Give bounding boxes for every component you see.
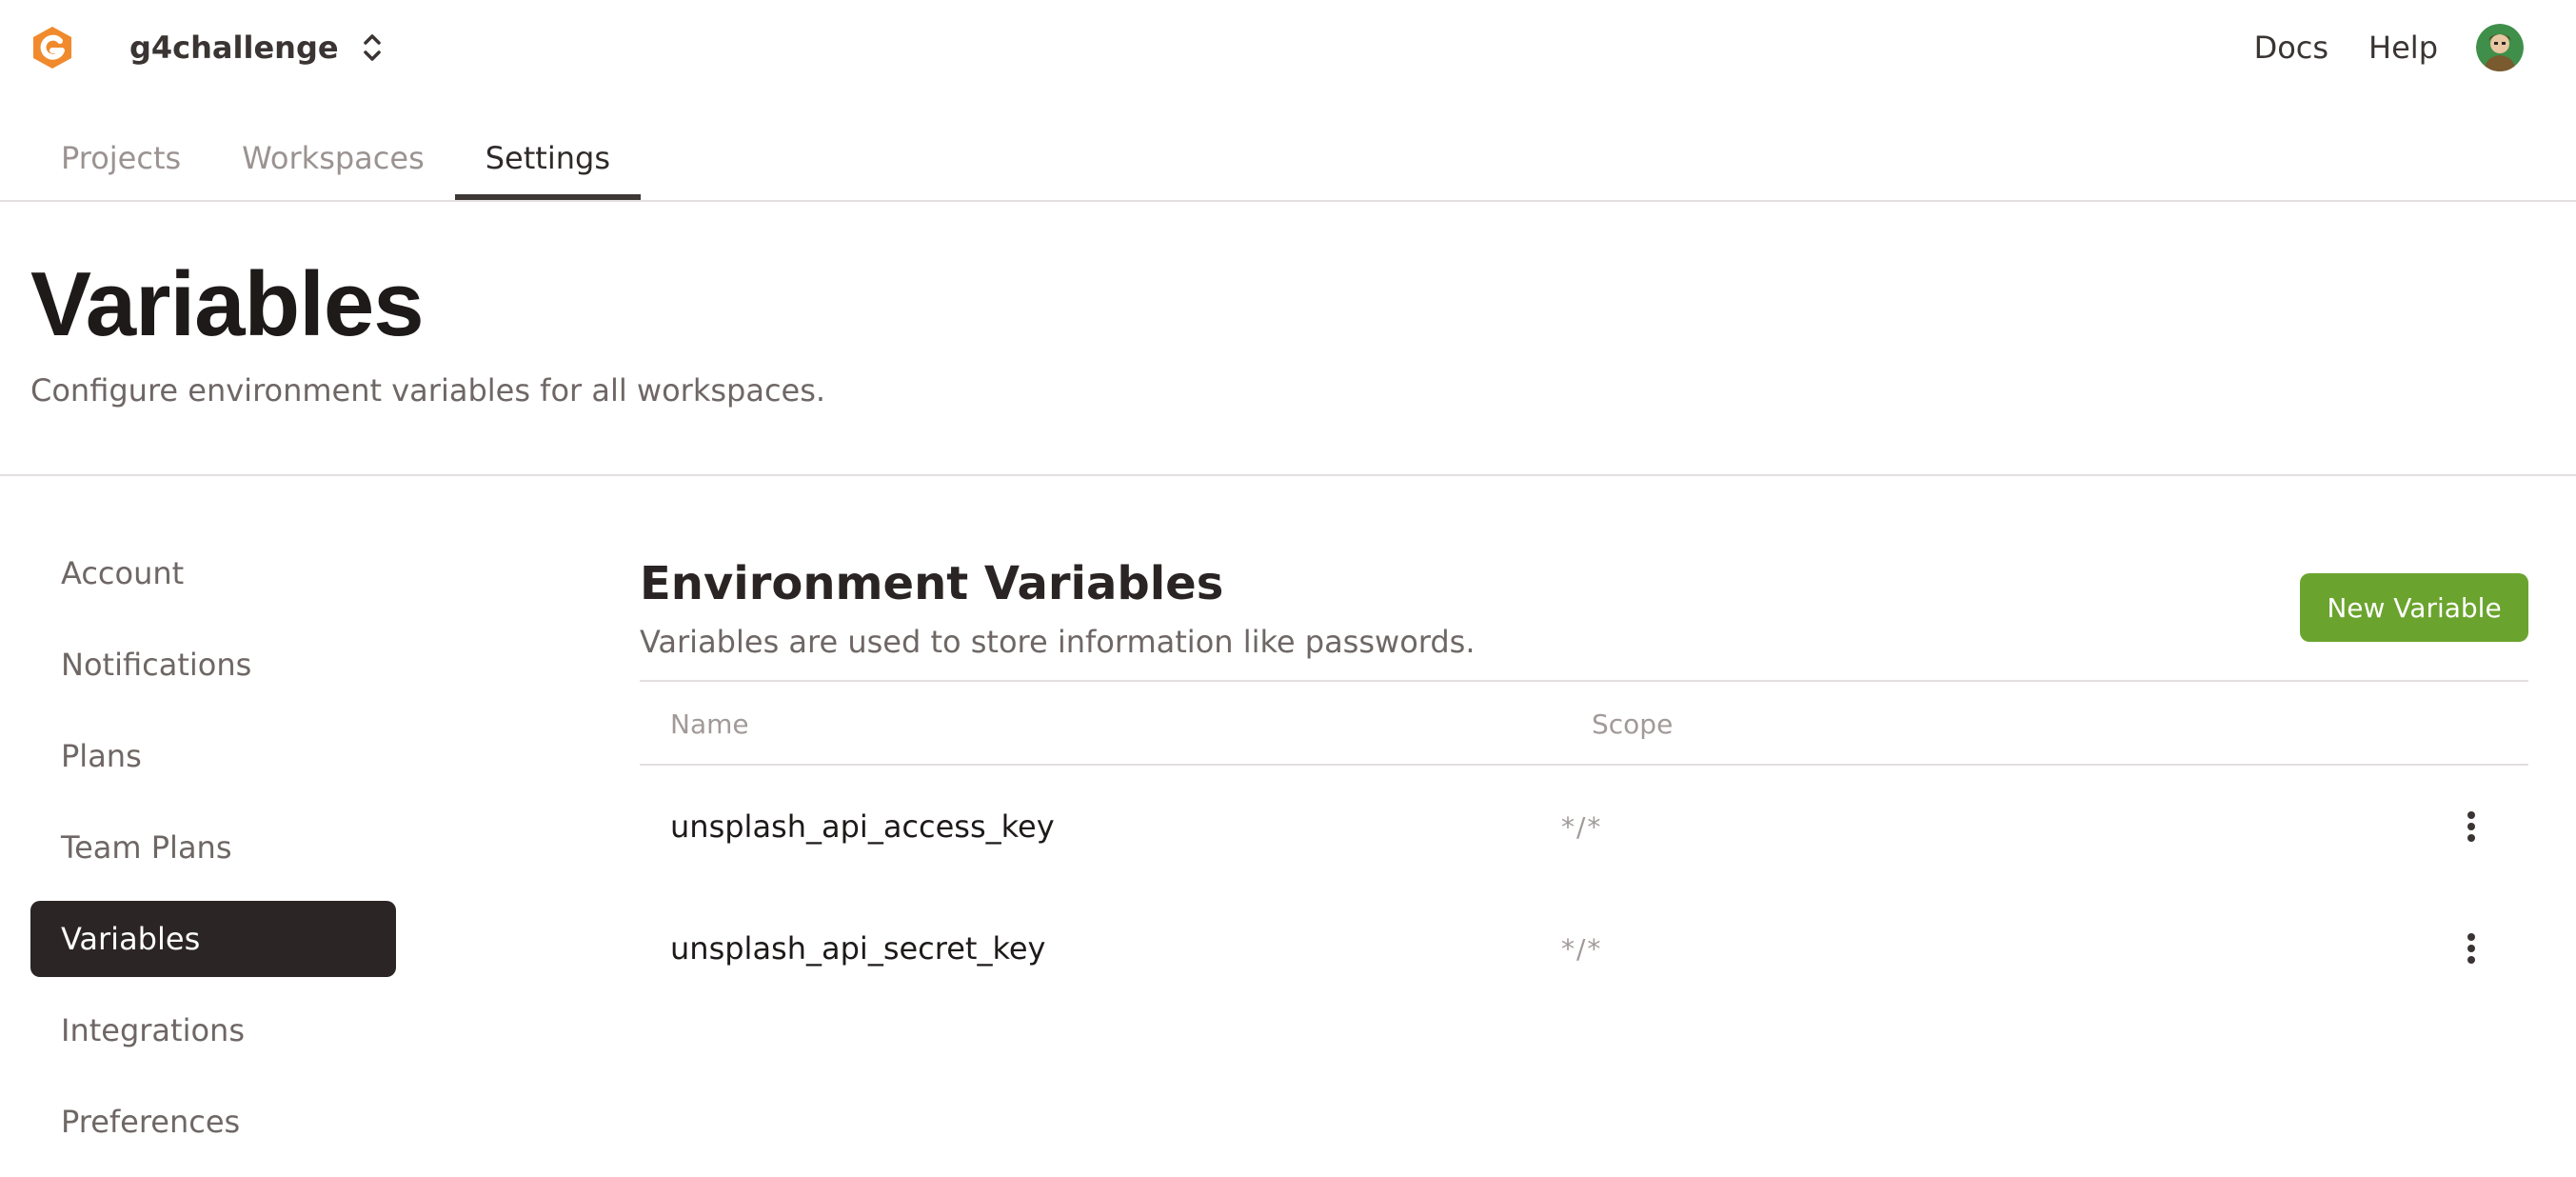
variables-table: Name Scope unsplash_api_access_key */* u… <box>640 680 2528 1009</box>
tab-projects[interactable]: Projects <box>30 116 211 200</box>
variable-name: unsplash_api_secret_key <box>670 930 1046 967</box>
more-options-icon[interactable] <box>2452 766 2490 888</box>
column-header-name: Name <box>670 708 749 740</box>
org-name: g4challenge <box>129 30 339 66</box>
help-link[interactable]: Help <box>2368 30 2438 66</box>
main-tabs: Projects Workspaces Settings <box>30 116 642 201</box>
variable-name: unsplash_api_access_key <box>670 808 1055 845</box>
table-header: Name Scope <box>640 680 2528 766</box>
section-description: Variables are used to store information … <box>640 624 1476 660</box>
org-switcher[interactable]: g4challenge <box>129 21 383 74</box>
new-variable-button[interactable]: New Variable <box>2300 573 2528 642</box>
page-subtitle: Configure environment variables for all … <box>30 372 826 409</box>
variable-scope: */* <box>1561 810 1603 843</box>
sidebar-item-account[interactable]: Account <box>30 535 396 611</box>
coder-logo-icon[interactable] <box>30 25 75 70</box>
sidebar-item-integrations[interactable]: Integrations <box>30 992 396 1068</box>
sidebar-item-variables[interactable]: Variables <box>30 901 396 977</box>
tabs-divider <box>0 200 2576 202</box>
sidebar-item-notifications[interactable]: Notifications <box>30 627 396 703</box>
tab-workspaces[interactable]: Workspaces <box>211 116 455 200</box>
heading-divider <box>0 474 2576 476</box>
sidebar-item-preferences[interactable]: Preferences <box>30 1084 396 1160</box>
top-links: Docs Help <box>2254 19 2576 76</box>
sidebar-item-plans[interactable]: Plans <box>30 718 396 794</box>
settings-sidebar: Account Notifications Plans Team Plans V… <box>30 535 396 1175</box>
user-avatar[interactable] <box>2476 24 2524 71</box>
docs-link[interactable]: Docs <box>2254 30 2328 66</box>
sidebar-item-team-plans[interactable]: Team Plans <box>30 809 396 886</box>
table-row: unsplash_api_secret_key */* <box>640 888 2528 1009</box>
column-header-scope: Scope <box>1592 708 1674 740</box>
variable-scope: */* <box>1561 932 1603 965</box>
table-row: unsplash_api_access_key */* <box>640 766 2528 888</box>
chevron-up-down-icon <box>362 30 383 65</box>
section-title: Environment Variables <box>640 557 1224 610</box>
top-bar: g4challenge Docs Help <box>0 0 2576 95</box>
page-title: Variables <box>30 253 425 355</box>
tab-settings[interactable]: Settings <box>454 116 642 201</box>
more-options-icon[interactable] <box>2452 888 2490 1009</box>
